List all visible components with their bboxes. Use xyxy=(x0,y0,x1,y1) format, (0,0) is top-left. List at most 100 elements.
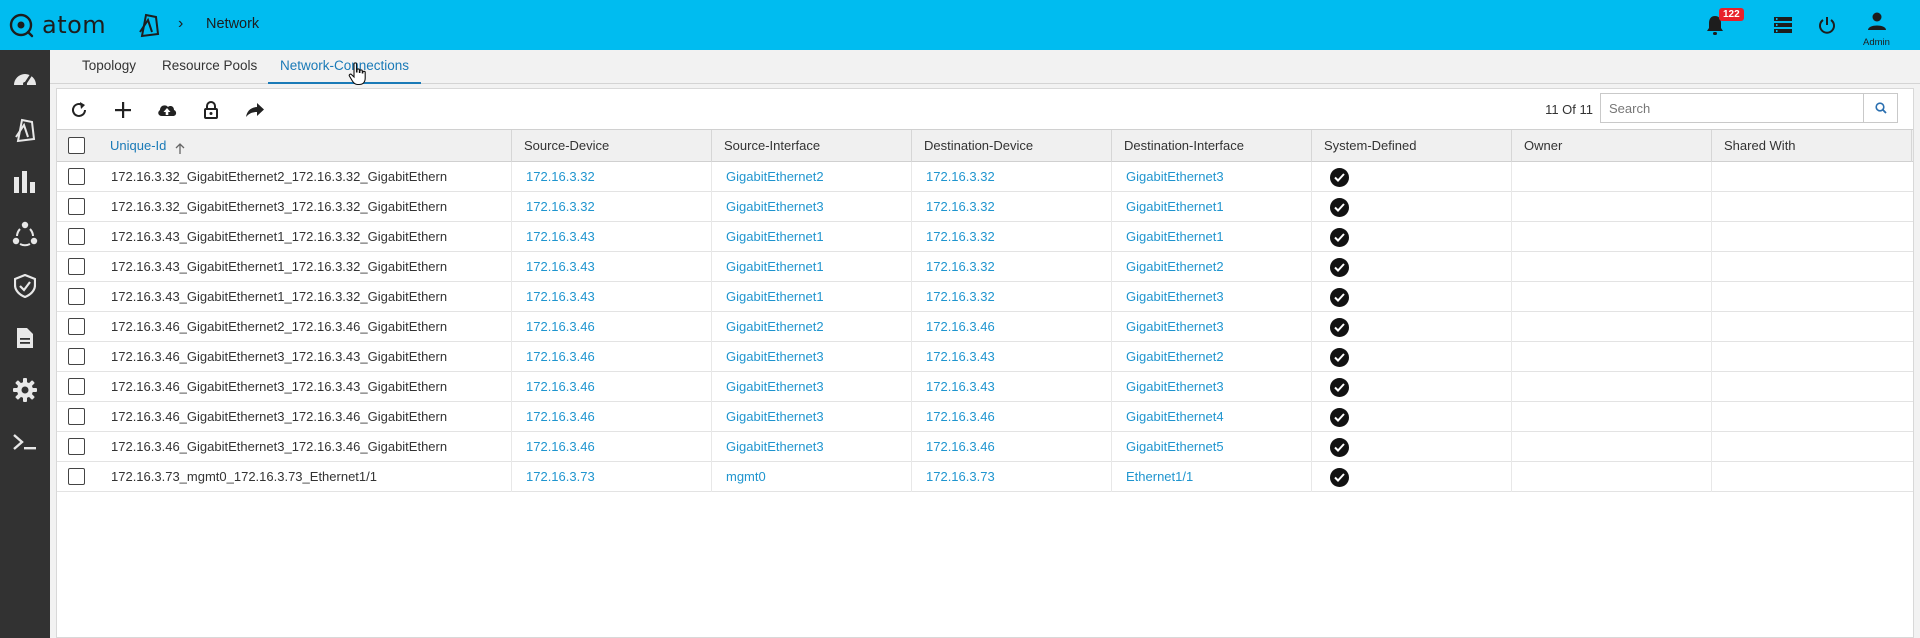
nav-compliance[interactable] xyxy=(0,262,50,310)
cell-destination-device[interactable]: 172.16.3.32 xyxy=(926,252,1116,282)
refresh-button[interactable] xyxy=(67,98,91,122)
table-row[interactable]: 172.16.3.43_GigabitEthernet1_172.16.3.32… xyxy=(57,252,1913,282)
cell-source-device[interactable]: 172.16.3.32 xyxy=(526,162,716,192)
row-checkbox[interactable] xyxy=(68,348,85,365)
cell-source-interface[interactable]: GigabitEthernet2 xyxy=(726,312,916,342)
search-button[interactable] xyxy=(1864,93,1898,123)
nav-analytics[interactable] xyxy=(0,158,50,206)
table-row[interactable]: 172.16.3.46_GigabitEthernet2_172.16.3.46… xyxy=(57,312,1913,342)
cell-destination-device[interactable]: 172.16.3.43 xyxy=(926,372,1116,402)
cell-source-interface[interactable]: GigabitEthernet1 xyxy=(726,222,916,252)
row-checkbox[interactable] xyxy=(68,198,85,215)
cell-destination-device[interactable]: 172.16.3.46 xyxy=(926,312,1116,342)
row-checkbox[interactable] xyxy=(68,438,85,455)
cell-source-device[interactable]: 172.16.3.46 xyxy=(526,342,716,372)
tab-network-connections[interactable]: Network-Connections xyxy=(268,58,422,84)
cell-destination-interface[interactable]: GigabitEthernet3 xyxy=(1126,282,1316,312)
table-row[interactable]: 172.16.3.46_GigabitEthernet3_172.16.3.43… xyxy=(57,342,1913,372)
cell-source-device[interactable]: 172.16.3.43 xyxy=(526,252,716,282)
cell-source-device[interactable]: 172.16.3.73 xyxy=(526,462,716,492)
tab-resource-pools[interactable]: Resource Pools xyxy=(162,58,257,84)
cell-shared-with xyxy=(1724,162,1904,192)
search-input[interactable] xyxy=(1600,93,1864,123)
nav-settings[interactable] xyxy=(0,366,50,414)
cell-destination-device[interactable]: 172.16.3.73 xyxy=(926,462,1116,492)
row-checkbox[interactable] xyxy=(68,288,85,305)
network-module-icon[interactable] xyxy=(136,12,162,38)
row-checkbox[interactable] xyxy=(68,468,85,485)
cell-source-interface[interactable]: GigabitEthernet1 xyxy=(726,252,916,282)
user-menu-button[interactable] xyxy=(1864,8,1890,34)
lock-button[interactable] xyxy=(199,98,223,122)
cell-source-device[interactable]: 172.16.3.46 xyxy=(526,402,716,432)
table-row[interactable]: 172.16.3.32_GigabitEthernet2_172.16.3.32… xyxy=(57,162,1913,192)
table-row[interactable]: 172.16.3.43_GigabitEthernet1_172.16.3.32… xyxy=(57,222,1913,252)
column-header-destination-interface[interactable]: Destination-Interface xyxy=(1112,130,1312,162)
table-row[interactable]: 172.16.3.43_GigabitEthernet1_172.16.3.32… xyxy=(57,282,1913,312)
cell-source-device[interactable]: 172.16.3.46 xyxy=(526,372,716,402)
cell-source-interface[interactable]: GigabitEthernet2 xyxy=(726,162,916,192)
nav-dashboard[interactable] xyxy=(0,54,50,102)
cell-source-device[interactable]: 172.16.3.43 xyxy=(526,222,716,252)
cell-source-interface[interactable]: GigabitEthernet3 xyxy=(726,432,916,462)
cell-destination-device[interactable]: 172.16.3.32 xyxy=(926,192,1116,222)
cell-source-device[interactable]: 172.16.3.32 xyxy=(526,192,716,222)
cell-source-interface[interactable]: GigabitEthernet3 xyxy=(726,372,916,402)
upload-button[interactable] xyxy=(155,98,179,122)
app-logo[interactable]: atom xyxy=(8,10,106,40)
cell-destination-interface[interactable]: GigabitEthernet5 xyxy=(1126,432,1316,462)
nav-network[interactable] xyxy=(0,106,50,154)
row-checkbox[interactable] xyxy=(68,228,85,245)
cell-destination-interface[interactable]: GigabitEthernet1 xyxy=(1126,192,1316,222)
cell-destination-device[interactable]: 172.16.3.32 xyxy=(926,162,1116,192)
cell-source-device[interactable]: 172.16.3.46 xyxy=(526,312,716,342)
row-checkbox[interactable] xyxy=(68,378,85,395)
cell-destination-interface[interactable]: GigabitEthernet1 xyxy=(1126,222,1316,252)
cell-destination-interface[interactable]: GigabitEthernet2 xyxy=(1126,252,1316,282)
share-button[interactable] xyxy=(243,98,267,122)
row-checkbox[interactable] xyxy=(68,408,85,425)
cell-destination-interface[interactable]: GigabitEthernet3 xyxy=(1126,162,1316,192)
cell-source-interface[interactable]: mgmt0 xyxy=(726,462,916,492)
row-checkbox[interactable] xyxy=(68,318,85,335)
column-header-shared-with[interactable]: Shared With xyxy=(1712,130,1912,162)
cell-source-device[interactable]: 172.16.3.46 xyxy=(526,432,716,462)
cell-source-device[interactable]: 172.16.3.43 xyxy=(526,282,716,312)
column-header-source-device[interactable]: Source-Device xyxy=(512,130,712,162)
cell-destination-interface[interactable]: GigabitEthernet2 xyxy=(1126,342,1316,372)
table-row[interactable]: 172.16.3.73_mgmt0_172.16.3.73_Ethernet1/… xyxy=(57,462,1913,492)
table-row[interactable]: 172.16.3.46_GigabitEthernet3_172.16.3.46… xyxy=(57,402,1913,432)
column-header-owner[interactable]: Owner xyxy=(1512,130,1712,162)
cell-destination-interface[interactable]: Ethernet1/1 xyxy=(1126,462,1316,492)
cell-destination-device[interactable]: 172.16.3.32 xyxy=(926,222,1116,252)
row-checkbox[interactable] xyxy=(68,168,85,185)
cell-source-interface[interactable]: GigabitEthernet3 xyxy=(726,192,916,222)
column-header-destination-device[interactable]: Destination-Device xyxy=(912,130,1112,162)
cell-destination-interface[interactable]: GigabitEthernet3 xyxy=(1126,372,1316,402)
add-button[interactable] xyxy=(111,98,135,122)
cell-destination-device[interactable]: 172.16.3.46 xyxy=(926,432,1116,462)
table-row[interactable]: 172.16.3.46_GigabitEthernet3_172.16.3.43… xyxy=(57,372,1913,402)
cell-destination-interface[interactable]: GigabitEthernet3 xyxy=(1126,312,1316,342)
cell-source-interface[interactable]: GigabitEthernet3 xyxy=(726,402,916,432)
select-all-checkbox[interactable] xyxy=(68,137,85,154)
row-checkbox[interactable] xyxy=(68,258,85,275)
column-header-source-interface[interactable]: Source-Interface xyxy=(712,130,912,162)
table-row[interactable]: 172.16.3.32_GigabitEthernet3_172.16.3.32… xyxy=(57,192,1913,222)
cell-source-interface[interactable]: GigabitEthernet3 xyxy=(726,342,916,372)
system-defined-check-icon xyxy=(1330,228,1349,247)
logout-button[interactable] xyxy=(1814,12,1840,38)
nav-reports[interactable] xyxy=(0,314,50,362)
column-header-unique-id[interactable]: Unique-Id xyxy=(99,130,512,162)
tab-topology[interactable]: Topology xyxy=(82,58,136,84)
nav-workflow[interactable] xyxy=(0,210,50,258)
list-view-button[interactable] xyxy=(1770,12,1796,38)
cell-source-interface[interactable]: GigabitEthernet1 xyxy=(726,282,916,312)
column-header-system-defined[interactable]: System-Defined xyxy=(1312,130,1512,162)
cell-destination-device[interactable]: 172.16.3.43 xyxy=(926,342,1116,372)
nav-terminal[interactable] xyxy=(0,418,50,466)
table-row[interactable]: 172.16.3.46_GigabitEthernet3_172.16.3.46… xyxy=(57,432,1913,462)
cell-destination-device[interactable]: 172.16.3.32 xyxy=(926,282,1116,312)
cell-destination-device[interactable]: 172.16.3.46 xyxy=(926,402,1116,432)
cell-destination-interface[interactable]: GigabitEthernet4 xyxy=(1126,402,1316,432)
